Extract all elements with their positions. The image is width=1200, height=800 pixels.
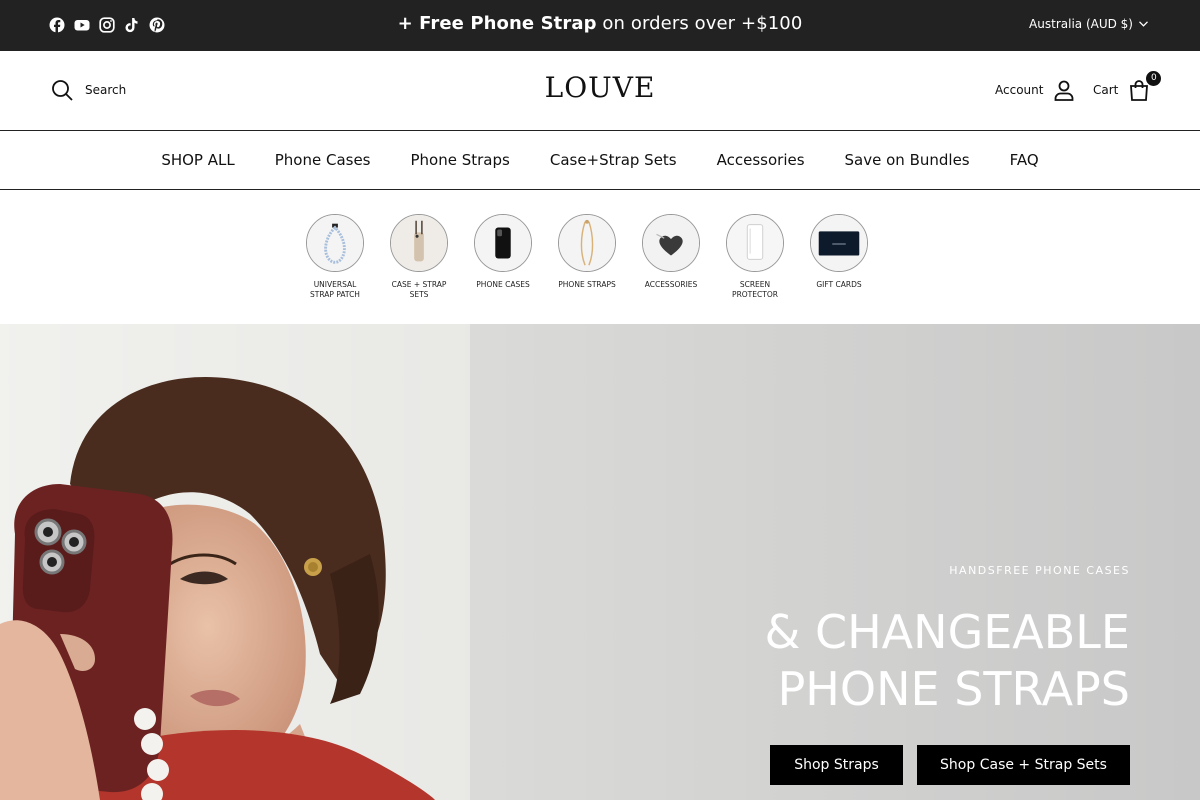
nav-item-faq[interactable]: FAQ — [1010, 151, 1039, 169]
category-thumbnail — [810, 214, 868, 272]
nav-item-accessories[interactable]: Accessories — [717, 151, 805, 169]
announcement-bold: + Free Phone Strap — [397, 13, 597, 34]
category-thumbnail — [642, 214, 700, 272]
category-label: CASE + STRAP SETS — [391, 280, 447, 299]
nav-item-phone-straps[interactable]: Phone Straps — [411, 151, 510, 169]
cart-label: Cart — [1093, 83, 1119, 97]
category-label: SCREEN PROTECTOR — [732, 280, 778, 299]
category-thumbnail — [390, 214, 448, 272]
announcement-rest: on orders over +$100 — [602, 13, 803, 34]
category-label: UNIVERSAL STRAP PATCH — [310, 280, 360, 299]
nav-item-shop-all[interactable]: SHOP ALL — [161, 151, 234, 169]
category-screen-protector[interactable]: SCREEN PROTECTOR — [713, 214, 797, 300]
hero-title-line1: & CHANGEABLE — [764, 605, 1130, 659]
site-header: Search LOUVE Account Cart 0 — [0, 51, 1200, 131]
category-thumbnail — [558, 214, 616, 272]
category-thumbnail — [306, 214, 364, 272]
chevron-down-icon — [1139, 21, 1148, 27]
category-gift-cards[interactable]: GIFT CARDS — [797, 214, 881, 290]
hero-eyebrow: HANDSFREE PHONE CASES — [949, 564, 1130, 577]
category-accessories[interactable]: ACCESSORIES — [629, 214, 713, 290]
hero-title: & CHANGEABLE PHONE STRAPS — [630, 604, 1130, 718]
category-label: PHONE STRAPS — [558, 280, 616, 289]
account-link[interactable]: Account — [995, 79, 1075, 101]
category-universal-strap-patch[interactable]: UNIVERSAL STRAP PATCH — [293, 214, 377, 300]
category-thumbnail — [474, 214, 532, 272]
region-label: Australia (AUD $) — [1029, 17, 1133, 31]
account-label: Account — [995, 83, 1044, 97]
nav-item-case-strap-sets[interactable]: Case+Strap Sets — [550, 151, 677, 169]
nav-item-save-on-bundles[interactable]: Save on Bundles — [845, 151, 970, 169]
shop-straps-button[interactable]: Shop Straps — [770, 745, 903, 785]
hero-banner: HANDSFREE PHONE CASES & CHANGEABLE PHONE… — [0, 324, 1200, 800]
category-label: PHONE CASES — [476, 280, 530, 289]
category-phone-straps[interactable]: PHONE STRAPS — [545, 214, 629, 290]
announcement-text[interactable]: + Free Phone Strap on orders over +$100 — [0, 13, 1200, 34]
cart-icon-wrap: 0 — [1128, 71, 1162, 101]
main-nav: SHOP ALL Phone Cases Phone Straps Case+S… — [0, 131, 1200, 190]
category-case-strap-sets[interactable]: CASE + STRAP SETS — [377, 214, 461, 300]
category-strip: UNIVERSAL STRAP PATCH CASE + STRAP SETS … — [0, 190, 1200, 324]
nav-item-phone-cases[interactable]: Phone Cases — [275, 151, 371, 169]
user-icon — [1055, 80, 1074, 101]
hero-image — [0, 324, 1200, 800]
shop-case-strap-sets-button[interactable]: Shop Case + Strap Sets — [917, 745, 1130, 785]
category-label: ACCESSORIES — [644, 280, 698, 289]
hero-title-line2: PHONE STRAPS — [777, 662, 1130, 716]
category-thumbnail — [726, 214, 784, 272]
announcement-bar: + Free Phone Strap on orders over +$100 … — [0, 0, 1200, 51]
category-phone-cases[interactable]: PHONE CASES — [461, 214, 545, 290]
cart-link[interactable]: Cart 0 — [1093, 71, 1162, 101]
category-label: GIFT CARDS — [816, 280, 862, 289]
region-selector[interactable]: Australia (AUD $) — [1029, 17, 1148, 31]
